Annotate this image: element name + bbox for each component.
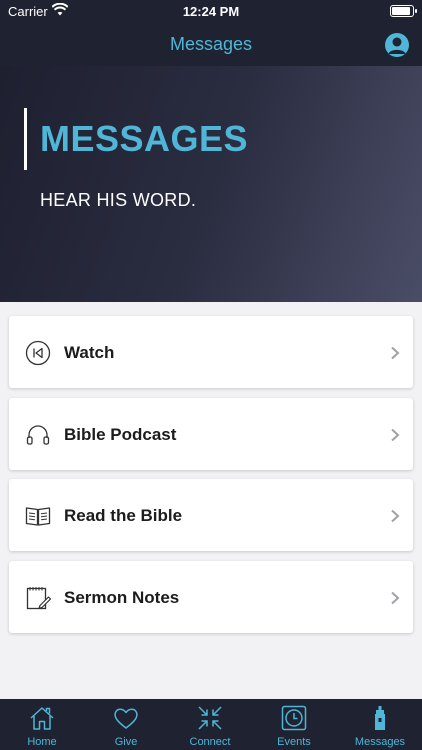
menu-item-label: Watch: [64, 343, 115, 362]
heart-icon: [114, 708, 138, 729]
page-title: Messages: [169, 34, 253, 54]
chevron-right-icon: [391, 428, 400, 442]
tab-events[interactable]: Events: [252, 699, 336, 750]
battery-icon: [390, 5, 417, 17]
headphones-icon: [26, 425, 50, 445]
tab-messages[interactable]: Messages: [338, 699, 422, 750]
user-icon: [388, 37, 406, 54]
tab-label: Give: [114, 736, 138, 748]
menu-item-bible-podcast[interactable]: Bible Podcast: [9, 398, 413, 470]
chevron-right-icon: [391, 591, 400, 605]
status-bar: Carrier 12:24 PM: [0, 0, 422, 22]
tab-label: Messages: [354, 736, 406, 748]
menu-item-label: Sermon Notes: [64, 588, 180, 607]
home-icon: [30, 707, 54, 730]
tab-label: Home: [27, 736, 57, 748]
chevron-right-icon: [391, 509, 400, 523]
menu-item-sermon-notes[interactable]: Sermon Notes: [9, 561, 413, 633]
clock-icon: [281, 705, 307, 731]
menu-item-read-the-bible[interactable]: Read the Bible: [9, 479, 413, 551]
tower-icon: [375, 706, 385, 730]
open-book-icon: [25, 507, 51, 526]
play-back-icon: [25, 340, 51, 366]
profile-button[interactable]: [385, 33, 409, 57]
clock-time: 12:24 PM: [182, 4, 240, 19]
menu-item-label: Bible Podcast: [64, 425, 177, 444]
tab-label: Connect: [189, 736, 231, 748]
tab-connect[interactable]: Connect: [168, 699, 252, 750]
menu-item-watch[interactable]: Watch: [9, 316, 413, 388]
tab-bar: Home Give Connect Events Messages: [0, 699, 422, 750]
menu-item-label: Read the Bible: [64, 506, 183, 525]
chevron-right-icon: [391, 346, 400, 360]
notepad-icon: [26, 587, 51, 610]
navigation-bar: Messages: [0, 22, 422, 66]
hero-banner: MESSAGES HEAR HIS WORD.: [0, 66, 422, 302]
hero-subtitle: HEAR HIS WORD.: [40, 190, 197, 210]
hero-title: MESSAGES: [40, 118, 249, 159]
arrows-in-icon: [198, 706, 222, 730]
tab-label: Events: [277, 736, 311, 748]
tab-home[interactable]: Home: [0, 699, 84, 750]
tab-give[interactable]: Give: [84, 699, 168, 750]
hero-accent-bar: [24, 108, 27, 170]
